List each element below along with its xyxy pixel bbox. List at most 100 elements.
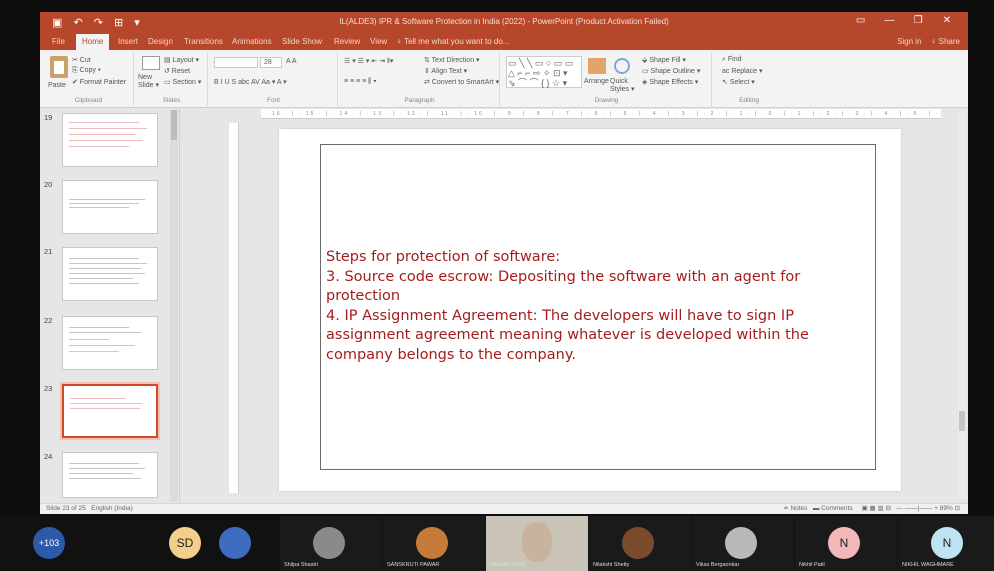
- participant-tile[interactable]: N NIKHIL WAGHMARE: [898, 516, 994, 571]
- slides-group-label: Slides: [162, 97, 181, 104]
- copy-button[interactable]: ⎘ Copy ▾: [72, 67, 101, 75]
- participant-name: Nikhil Patil: [799, 562, 825, 568]
- reset-button[interactable]: ↺ Reset: [164, 67, 190, 75]
- font-group-label: Font: [266, 97, 280, 104]
- shapes-gallery[interactable]: ▭ ╲ ╲ ▭ ○ ▭ ▭ △ ⌐ ⌐ ⇨ ✧ ⊡ ▾ ⇘ ⌒ ⌒ { } ☆ …: [506, 56, 582, 88]
- tell-me-search[interactable]: ♀ Tell me what you want to do...: [396, 37, 509, 46]
- shape-effects-button[interactable]: ◈ Shape Effects ▾: [642, 78, 698, 86]
- slide-body-text[interactable]: Steps for protection of software: 3. Sou…: [326, 248, 866, 366]
- view-buttons[interactable]: ▣ ▦ ▥ ⊟: [862, 505, 891, 512]
- text-direction-button[interactable]: ⇅ Text Direction ▾: [424, 56, 480, 64]
- maximize-button[interactable]: ❐: [905, 15, 931, 26]
- participant-name: Nilakshi Shetty: [593, 562, 630, 568]
- slide-thumbnail[interactable]: [62, 113, 158, 167]
- quick-styles-icon[interactable]: [614, 58, 630, 74]
- minimize-button[interactable]: —: [876, 15, 902, 26]
- participant-tile[interactable]: [210, 516, 260, 571]
- shape-outline-button[interactable]: ▭ Shape Outline ▾: [642, 67, 700, 75]
- comments-button[interactable]: ▬ Comments: [813, 505, 853, 512]
- slide-thumbnail[interactable]: [62, 316, 158, 370]
- participant-photo: [725, 527, 757, 559]
- alignment-buttons[interactable]: ≡ ≡ ≡ ≡ ⫼ ▾: [344, 78, 377, 86]
- align-text-button[interactable]: ⇕ Align Text ▾: [424, 67, 467, 75]
- font-format-buttons[interactable]: B I U S abc AV Aa ▾ A ▾: [214, 78, 287, 86]
- participant-tile[interactable]: Nilakshi Shetty: [486, 516, 588, 571]
- font-size-field[interactable]: 28: [260, 57, 282, 68]
- arrange-icon[interactable]: [588, 58, 606, 74]
- new-slide-button[interactable]: New Slide ▾: [138, 74, 166, 90]
- paste-button[interactable]: Paste: [48, 82, 66, 89]
- cut-button[interactable]: ✂ Cut: [72, 56, 91, 64]
- window-title: IL(ALDE3) IPR & Software Protection in I…: [339, 17, 669, 26]
- layout-button[interactable]: ▤ Layout ▾: [164, 56, 199, 64]
- slide-text-box[interactable]: Steps for protection of software: 3. Sou…: [320, 144, 876, 470]
- arrange-button[interactable]: Arrange: [584, 78, 609, 85]
- list-indent-buttons[interactable]: ☰ ▾ ☰ ▾ ⇤ ⇥ ‖▾: [344, 57, 393, 65]
- more-participants-badge[interactable]: +103: [33, 527, 65, 559]
- replace-button[interactable]: ac Replace ▾: [722, 67, 762, 75]
- paragraph-group: ☰ ▾ ☰ ▾ ⇤ ⇥ ‖▾ ⇅ Text Direction ▾ ⇕ Alig…: [340, 52, 500, 106]
- participant-tile[interactable]: SANSKRUTI PAWAR: [383, 516, 485, 571]
- grow-shrink-font-buttons[interactable]: A A: [286, 58, 297, 65]
- tab-home[interactable]: Home: [76, 34, 110, 50]
- slide-thumbnail[interactable]: [62, 180, 158, 234]
- tab-view[interactable]: View: [370, 37, 387, 46]
- tab-file[interactable]: File: [52, 37, 65, 46]
- tab-review[interactable]: Review: [334, 37, 360, 46]
- participant-tile[interactable]: +103: [0, 516, 100, 571]
- tab-insert[interactable]: Insert: [118, 37, 138, 46]
- slide-text-line: assignment agreement meaning whatever is…: [326, 327, 809, 344]
- find-button[interactable]: ⌕ Find: [722, 56, 741, 64]
- section-button[interactable]: ▭ Section ▾: [164, 78, 201, 86]
- font-name-field[interactable]: [214, 57, 258, 68]
- participant-name: Shilpa Shastri: [284, 562, 318, 568]
- language-indicator[interactable]: English (India): [91, 505, 133, 512]
- participant-avatar: N: [931, 527, 963, 559]
- participant-tile[interactable]: SD: [160, 516, 210, 571]
- select-button[interactable]: ↖ Select ▾: [722, 78, 755, 86]
- slide-thumbnail-pane: 19 20 21 22 23 24: [40, 109, 180, 503]
- thumbnail-scrollbar[interactable]: [170, 110, 178, 502]
- window-controls: ▭ — ❐ ✕: [848, 15, 960, 26]
- slide-thumbnail-selected[interactable]: [60, 382, 160, 440]
- participant-name: SANSKRUTI PAWAR: [387, 562, 440, 568]
- slide-thumbnail[interactable]: [62, 247, 158, 301]
- ribbon-display-button[interactable]: ▭: [848, 15, 874, 26]
- vertical-ruler: [229, 123, 239, 493]
- font-group: 28 A A B I U S abc AV Aa ▾ A ▾ Font: [210, 52, 338, 106]
- participant-tile[interactable]: Nilakshi Shetty: [589, 516, 691, 571]
- slide-editor: · 16 · | · 15 · | · 14 · | · 13 · | · 12…: [181, 109, 968, 503]
- format-painter-button[interactable]: ✔ Format Painter: [72, 78, 126, 86]
- notes-button[interactable]: ≐ Notes: [783, 505, 807, 512]
- thumbnail-scroll-thumb[interactable]: [171, 110, 177, 140]
- participant-tile[interactable]: Shilpa Shastri: [280, 516, 382, 571]
- convert-to-smartart-button[interactable]: ⇄ Convert to SmartArt ▾: [424, 78, 499, 86]
- editor-scroll-thumb[interactable]: [959, 411, 965, 431]
- ribbon-tabs: File Home Insert Design Transitions Anim…: [40, 34, 968, 50]
- new-slide-icon[interactable]: [142, 56, 160, 70]
- sign-in-link[interactable]: Sign in: [897, 37, 921, 46]
- participant-photo: [219, 527, 251, 559]
- slide-thumbnail[interactable]: [62, 452, 158, 498]
- slide-text-line: 4. IP Assignment Agreement: The develope…: [326, 307, 794, 324]
- participants-strip: +103 SD Shilpa Shastri SANSKRUTI PAWAR Nilak…: [0, 516, 994, 571]
- paste-icon[interactable]: [50, 56, 68, 78]
- tab-transitions[interactable]: Transitions: [184, 37, 223, 46]
- participant-avatar: N: [828, 527, 860, 559]
- participant-tile[interactable]: N Nikhil Patil: [795, 516, 897, 571]
- horizontal-ruler: · 16 · | · 15 · | · 14 · | · 13 · | · 12…: [261, 109, 941, 119]
- shape-fill-button[interactable]: ⬙ Shape Fill ▾: [642, 56, 686, 64]
- slide-text-line: protection: [326, 288, 401, 305]
- share-button[interactable]: ♀ Share: [930, 37, 960, 46]
- tab-slide-show[interactable]: Slide Show: [282, 37, 322, 46]
- thumbnail-number: 24: [44, 452, 53, 461]
- status-bar: Slide 23 of 25 English (India) ≐ Notes ▬…: [40, 503, 968, 514]
- close-button[interactable]: ✕: [934, 15, 960, 26]
- quick-styles-button[interactable]: Quick Styles ▾: [610, 78, 640, 94]
- editor-scrollbar[interactable]: [958, 111, 966, 499]
- zoom-slider[interactable]: — ——|—— + 89% ⊡: [896, 505, 960, 512]
- tab-animations[interactable]: Animations: [232, 37, 272, 46]
- tab-design[interactable]: Design: [148, 37, 173, 46]
- participant-tile[interactable]: Vikas Bergaonkar: [692, 516, 794, 571]
- slide-canvas[interactable]: Steps for protection of software: 3. Sou…: [279, 129, 901, 491]
